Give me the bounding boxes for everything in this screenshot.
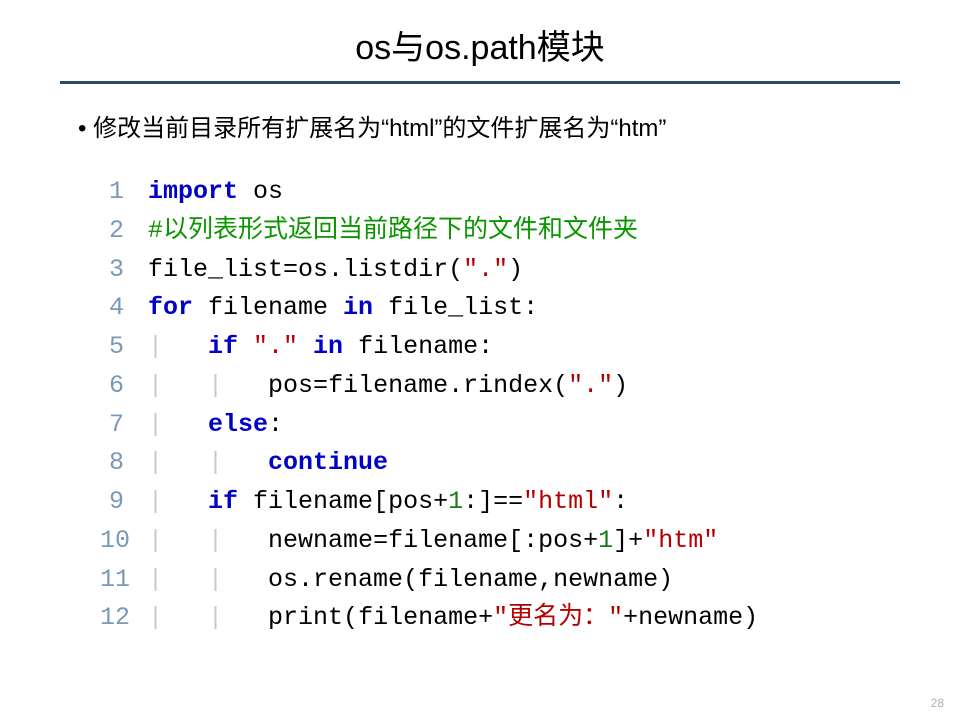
code-content: | if "." in filename: (148, 328, 493, 367)
line-number: 2 (100, 212, 148, 251)
line-number: 11 (100, 561, 148, 600)
page-number: 28 (931, 696, 944, 710)
line-number: 7 (100, 406, 148, 445)
code-content: | else: (148, 406, 283, 445)
slide-title: os与os.path模块 (0, 0, 960, 81)
line-number: 10 (100, 522, 148, 561)
code-content: #以列表形式返回当前路径下的文件和文件夹 (148, 212, 638, 251)
code-line: 7| else: (100, 406, 880, 445)
code-line: 9| if filename[pos+1:]=="html": (100, 483, 880, 522)
line-number: 8 (100, 444, 148, 483)
code-line: 12| | print(filename+"更名为："+newname) (100, 599, 880, 638)
line-number: 5 (100, 328, 148, 367)
code-content: | | pos=filename.rindex(".") (148, 367, 628, 406)
code-line: 10| | newname=filename[:pos+1]+"htm" (100, 522, 880, 561)
line-number: 12 (100, 599, 148, 638)
title-underline (60, 81, 900, 84)
code-line: 6| | pos=filename.rindex(".") (100, 367, 880, 406)
code-line: 8| | continue (100, 444, 880, 483)
line-number: 4 (100, 289, 148, 328)
code-line: 2#以列表形式返回当前路径下的文件和文件夹 (100, 212, 880, 251)
line-number: 9 (100, 483, 148, 522)
code-line: 4for filename in file_list: (100, 289, 880, 328)
code-line: 5| if "." in filename: (100, 328, 880, 367)
code-line: 11| | os.rename(filename,newname) (100, 561, 880, 600)
code-content: for filename in file_list: (148, 289, 538, 328)
code-line: 3file_list=os.listdir(".") (100, 251, 880, 290)
line-number: 6 (100, 367, 148, 406)
code-content: file_list=os.listdir(".") (148, 251, 523, 290)
code-line: 1import os (100, 173, 880, 212)
code-content: | | print(filename+"更名为："+newname) (148, 599, 758, 638)
line-number: 1 (100, 173, 148, 212)
code-content: | | newname=filename[:pos+1]+"htm" (148, 522, 718, 561)
code-content: | | continue (148, 444, 388, 483)
code-content: import os (148, 173, 283, 212)
bullet-text: 修改当前目录所有扩展名为“html”的文件扩展名为“htm” (78, 108, 890, 143)
line-number: 3 (100, 251, 148, 290)
code-block: 1import os2#以列表形式返回当前路径下的文件和文件夹3file_lis… (100, 173, 880, 638)
code-content: | | os.rename(filename,newname) (148, 561, 673, 600)
code-content: | if filename[pos+1:]=="html": (148, 483, 628, 522)
